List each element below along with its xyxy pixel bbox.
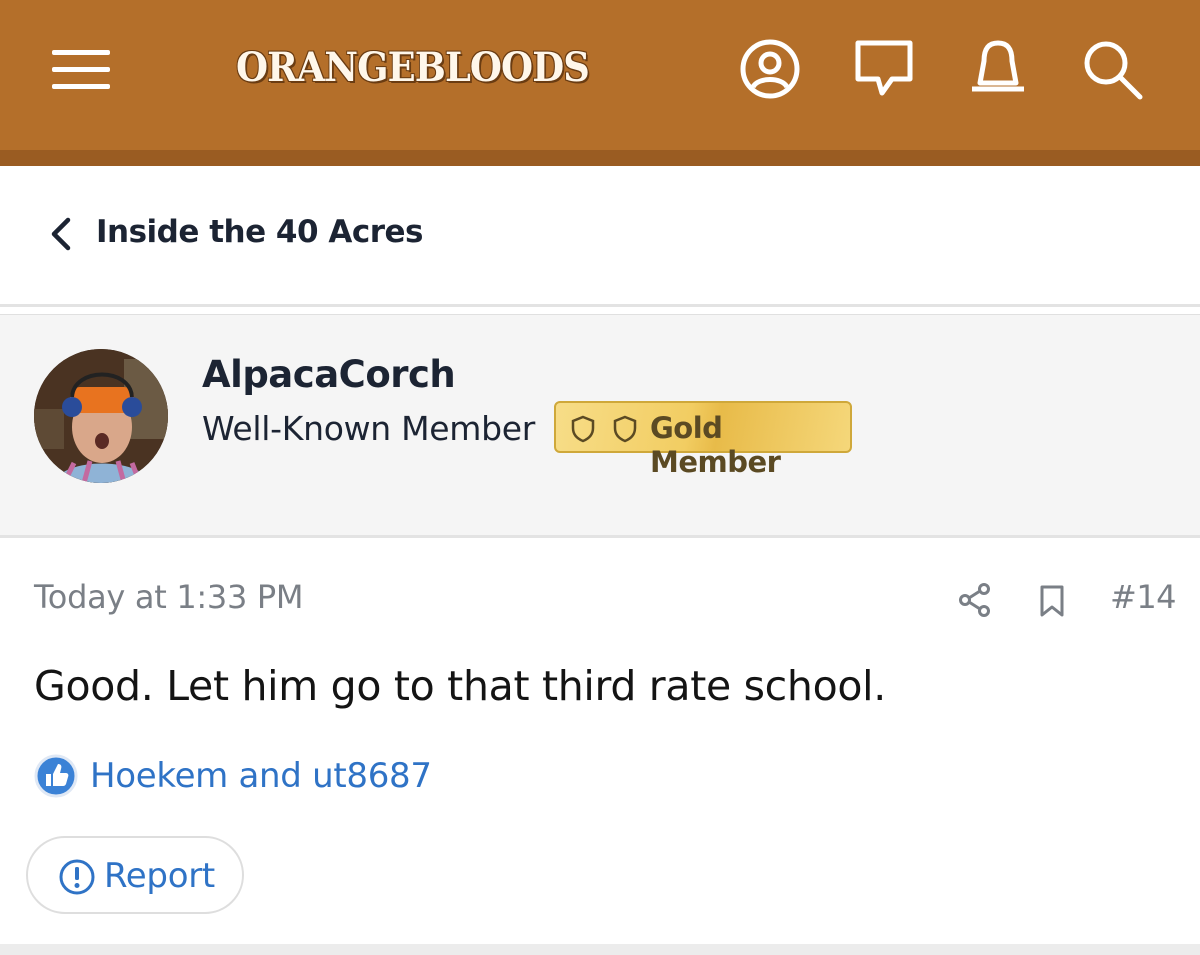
bookmark-icon[interactable]	[1038, 584, 1066, 618]
user-title: Well-Known Member	[202, 409, 536, 448]
like-reaction-icon[interactable]	[34, 754, 78, 798]
username-link[interactable]: AlpacaCorch	[202, 353, 456, 396]
breadcrumb-forum-link[interactable]: Inside the 40 Acres	[96, 214, 423, 250]
hamburger-menu-icon[interactable]	[52, 50, 110, 90]
gold-member-badge: Gold Member	[554, 401, 852, 479]
reaction-users-link[interactable]: Hoekem and ut8687	[90, 756, 432, 796]
breadcrumb: Inside the 40 Acres	[0, 166, 1200, 307]
shield-icon	[571, 415, 595, 443]
badge-label: Gold Member	[650, 411, 781, 479]
conversations-icon[interactable]	[852, 37, 916, 101]
post-divider	[0, 944, 1200, 955]
shield-icon	[613, 415, 637, 443]
post-message-text: Good. Let him go to that third rate scho…	[34, 662, 887, 710]
search-icon[interactable]	[1080, 37, 1144, 101]
top-navigation-bar: ORANGEBLOODS	[0, 0, 1200, 150]
site-logo[interactable]: ORANGEBLOODS	[236, 38, 590, 98]
header-bottom-band	[0, 150, 1200, 166]
report-label: Report	[104, 856, 215, 896]
post-author-panel: AlpacaCorch Well-Known Member Gold Membe…	[0, 314, 1200, 538]
chevron-left-icon[interactable]	[46, 216, 76, 252]
post-timestamp[interactable]: Today at 1:33 PM	[34, 578, 303, 616]
share-icon[interactable]	[958, 582, 992, 618]
report-button[interactable]: Report	[26, 836, 244, 914]
alerts-bell-icon[interactable]	[966, 37, 1030, 101]
account-icon[interactable]	[738, 37, 802, 101]
post-number-link[interactable]: #14	[1110, 578, 1177, 616]
exclamation-circle-icon	[59, 859, 95, 895]
avatar[interactable]	[34, 349, 168, 483]
